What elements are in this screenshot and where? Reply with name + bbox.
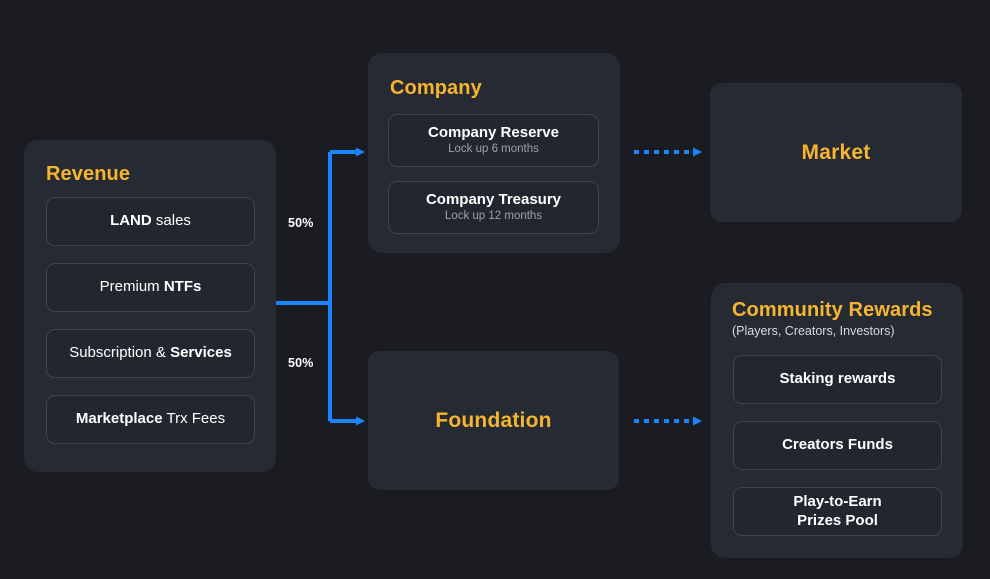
- company-card-reserve-label: Company Reserve: [428, 124, 559, 143]
- revenue-card-marketplace-trx-fees[interactable]: Marketplace Trx Fees: [46, 395, 255, 444]
- company-card-reserve[interactable]: Company Reserve Lock up 6 months: [388, 114, 599, 167]
- community-rewards-subtitle: (Players, Creators, Investors): [732, 325, 933, 339]
- revenue-card-land-sales[interactable]: LAND sales: [46, 197, 255, 246]
- company-card-treasury-label: Company Treasury: [426, 191, 561, 210]
- revenue-panel: Revenue LAND sales Premium NTFs Subscrip…: [24, 140, 276, 472]
- market-box[interactable]: Market: [710, 83, 962, 222]
- split-percent-top: 50%: [288, 216, 314, 230]
- community-card-creators-funds[interactable]: Creators Funds: [733, 421, 942, 470]
- foundation-box[interactable]: Foundation: [368, 351, 619, 490]
- revenue-card-land-sales-label: LAND sales: [110, 212, 191, 231]
- company-card-reserve-sub: Lock up 6 months: [448, 143, 539, 157]
- company-card-treasury[interactable]: Company Treasury Lock up 12 months: [388, 181, 599, 234]
- community-card-play-to-earn[interactable]: Play-to-Earn Prizes Pool: [733, 487, 942, 536]
- market-label: Market: [802, 141, 871, 165]
- community-card-staking-rewards[interactable]: Staking rewards: [733, 355, 942, 404]
- revenue-card-marketplace-trx-fees-label: Marketplace Trx Fees: [76, 410, 225, 429]
- revenue-card-subscription-services-label: Subscription & Services: [69, 344, 232, 363]
- company-card-treasury-sub: Lock up 12 months: [445, 210, 542, 224]
- community-rewards-heading: Community Rewards (Players, Creators, In…: [732, 299, 933, 339]
- revenue-card-premium-ntfs-label: Premium NTFs: [100, 278, 202, 297]
- foundation-label: Foundation: [435, 409, 551, 433]
- revenue-title: Revenue: [46, 163, 130, 185]
- community-card-play-to-earn-label-line2: Prizes Pool: [797, 512, 878, 531]
- community-card-play-to-earn-label-line1: Play-to-Earn: [793, 493, 881, 512]
- revenue-card-premium-ntfs[interactable]: Premium NTFs: [46, 263, 255, 312]
- community-rewards-panel: Community Rewards (Players, Creators, In…: [711, 283, 963, 558]
- revenue-card-subscription-services[interactable]: Subscription & Services: [46, 329, 255, 378]
- community-rewards-title: Community Rewards: [732, 299, 933, 321]
- community-card-creators-funds-label: Creators Funds: [782, 436, 893, 455]
- community-card-staking-rewards-label: Staking rewards: [780, 370, 896, 389]
- diagram-canvas: 50% 50% Revenue LAND sales Premium NTFs …: [0, 0, 990, 579]
- company-panel: Company Company Reserve Lock up 6 months…: [368, 53, 620, 253]
- company-title: Company: [390, 77, 482, 99]
- split-percent-bottom: 50%: [288, 356, 314, 370]
